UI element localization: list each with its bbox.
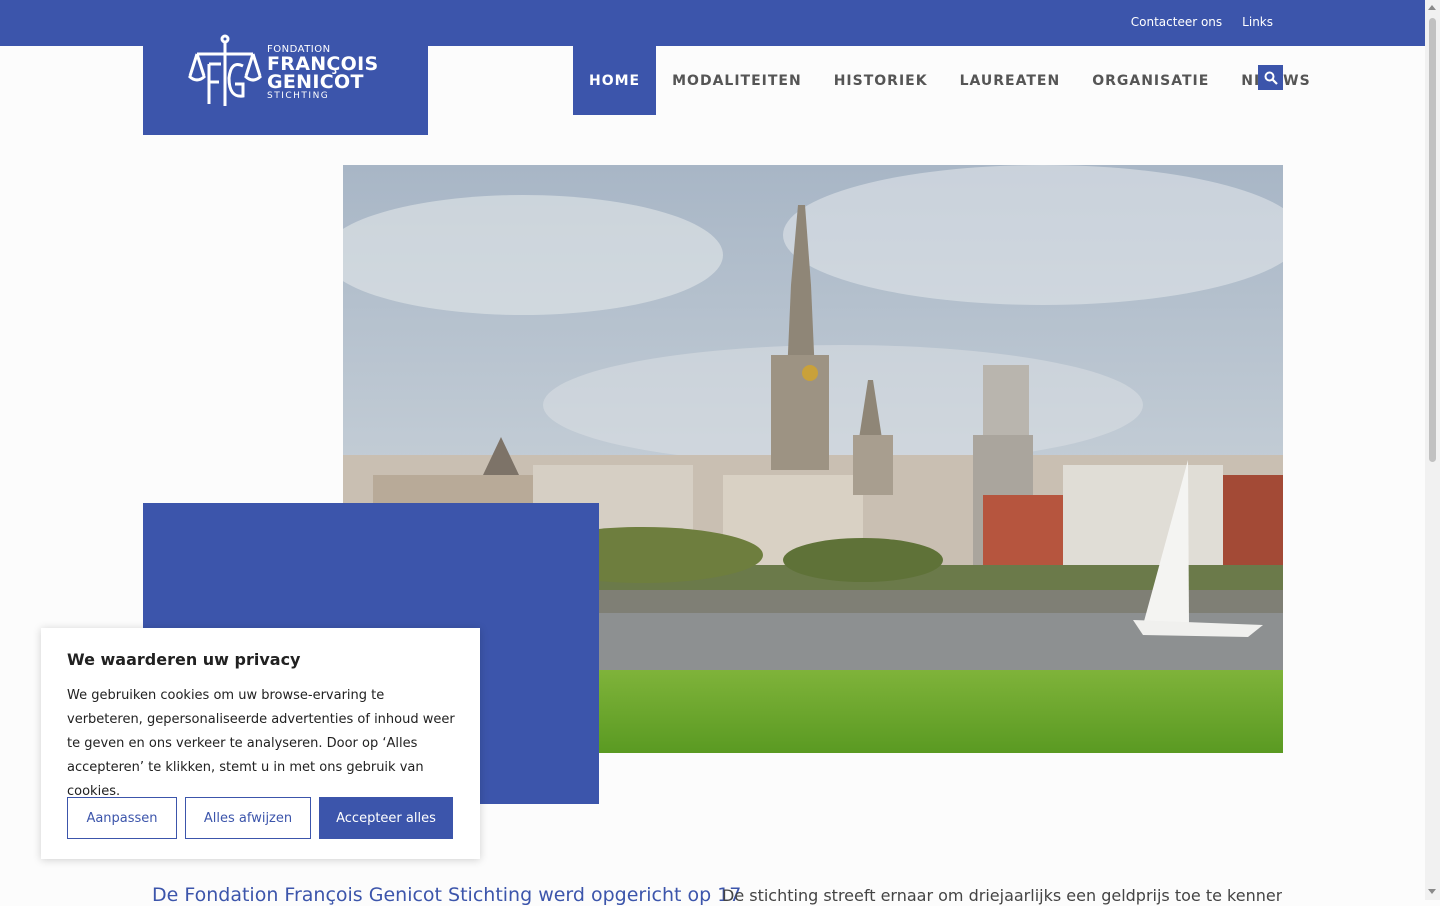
contact-link[interactable]: Contacteer ons	[1131, 15, 1222, 29]
logo-line3: GENICOT	[267, 71, 364, 93]
nav-modaliteiten[interactable]: MODALITEITEN	[656, 46, 818, 115]
nav-laureaten[interactable]: LAUREATEN	[944, 46, 1077, 115]
intro-heading: De Fondation François Genicot Stichting …	[152, 884, 742, 906]
nav-historiek[interactable]: HISTORIEK	[818, 46, 944, 115]
cookie-title: We waarderen uw privacy	[67, 650, 301, 669]
intro-text: De stichting streeft ernaar om driejaarl…	[722, 886, 1282, 905]
accept-all-button[interactable]: Accepteer alles	[319, 797, 453, 839]
cookie-text: We gebruiken cookies om uw browse-ervari…	[67, 688, 455, 799]
scroll-up-icon[interactable]	[1428, 5, 1436, 10]
scales-emblem-icon	[187, 34, 263, 106]
links-link[interactable]: Links	[1242, 15, 1273, 29]
logo-wordmark: FONDATION FRANÇOIS GENICOT STICHTING	[267, 44, 378, 101]
nav-home[interactable]: HOME	[573, 46, 657, 115]
nav-organisatie[interactable]: ORGANISATIE	[1076, 46, 1225, 115]
page-scrollbar[interactable]	[1425, 0, 1440, 900]
search-button[interactable]	[1258, 65, 1283, 90]
customize-button[interactable]: Aanpassen	[67, 797, 177, 839]
reject-all-button[interactable]: Alles afwijzen	[185, 797, 311, 839]
site-logo[interactable]: FONDATION FRANÇOIS GENICOT STICHTING	[143, 34, 428, 135]
top-links: Contacteer ons Links	[1131, 15, 1273, 29]
main-nav: HOME MODALITEITEN HISTORIEK LAUREATEN OR…	[573, 46, 1327, 115]
cookie-consent-banner: We waarderen uw privacy We gebruiken coo…	[41, 628, 480, 859]
scroll-thumb[interactable]	[1429, 18, 1436, 462]
search-icon	[1264, 71, 1278, 85]
scroll-down-icon[interactable]	[1428, 889, 1436, 894]
